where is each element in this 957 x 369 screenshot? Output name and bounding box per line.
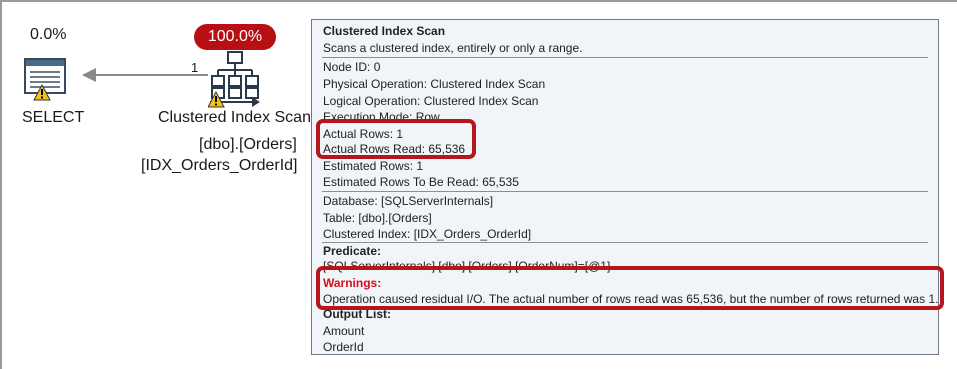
actual-rows: Actual Rows: 1	[323, 127, 404, 141]
frame-left-border	[0, 0, 2, 369]
scan-cost-badge: 100.0%	[194, 24, 276, 50]
clustered-index: Clustered Index: [IDX_Orders_OrderId]	[323, 227, 532, 241]
actual-rows-read: Actual Rows Read: 65,536	[323, 142, 466, 156]
node-id: Node ID: 0	[323, 60, 381, 74]
output-list-heading: Output List:	[323, 307, 391, 321]
tooltip-description: Scans a clustered index, entirely or onl…	[323, 41, 583, 55]
physical-operation: Physical Operation: Clustered Index Scan	[323, 77, 546, 91]
select-label: SELECT	[22, 109, 85, 126]
predicate-heading: Predicate:	[323, 244, 382, 258]
estimated-rows: Estimated Rows: 1	[323, 159, 424, 173]
scan-table-name: [dbo].[Orders]	[199, 136, 297, 153]
clustered-index-scan-icon[interactable]	[208, 50, 262, 108]
execution-mode: Execution Mode: Row	[323, 110, 440, 124]
logical-operation: Logical Operation: Clustered Index Scan	[323, 94, 539, 108]
warnings-heading: Warnings:	[323, 276, 382, 290]
frame-top-border	[0, 0, 957, 2]
tooltip-separator	[322, 57, 928, 58]
operator-tooltip: Clustered Index Scan Scans a clustered i…	[311, 19, 939, 355]
tooltip-separator	[322, 242, 928, 243]
output-item: OrderId	[323, 340, 364, 354]
estimated-rows-to-be-read: Estimated Rows To Be Read: 65,535	[323, 175, 519, 189]
table: Table: [dbo].[Orders]	[323, 211, 432, 225]
arrow-row-count: 1	[191, 60, 199, 75]
scan-label: Clustered Index Scan	[158, 109, 311, 126]
tooltip-title: Clustered Index Scan	[323, 24, 446, 38]
database: Database: [SQLServerInternals]	[323, 194, 494, 208]
tooltip-separator	[322, 191, 928, 192]
predicate-text: [SQLServerInternals].[dbo].[Orders].[Ord…	[323, 259, 611, 273]
select-cost: 0.0%	[30, 26, 67, 43]
scan-index-name: [IDX_Orders_OrderId]	[141, 157, 298, 174]
select-operator-icon[interactable]	[24, 58, 72, 102]
warnings-text: Operation caused residual I/O. The actua…	[323, 292, 939, 306]
output-item: Amount	[323, 324, 365, 338]
